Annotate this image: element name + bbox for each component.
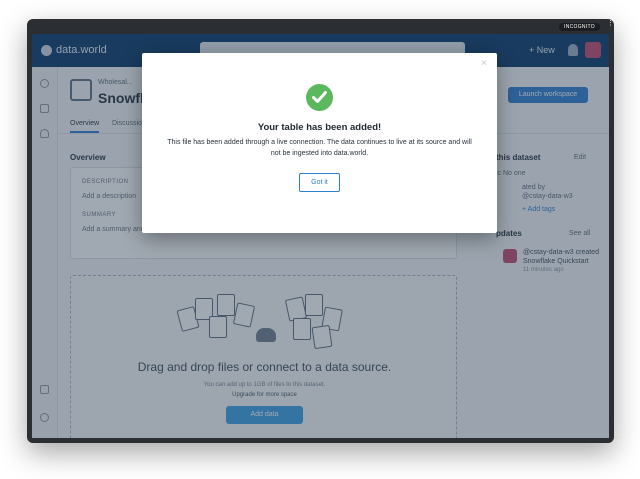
app-viewport: data.world + New Wholesal... Snowfla Lau… [32, 34, 609, 438]
close-icon[interactable]: × [481, 59, 487, 69]
got-it-button[interactable]: Got it [299, 173, 340, 192]
check-icon [306, 84, 333, 111]
success-modal: × Your table has been added! This file h… [142, 53, 497, 233]
modal-body-text: This file has been added through a live … [167, 139, 472, 157]
browser-menu-icon[interactable]: ⋮ [607, 20, 614, 32]
modal-title: Your table has been added! [257, 122, 382, 133]
incognito-badge: INCOGNITO [559, 23, 600, 31]
check-mark-icon [312, 91, 327, 103]
browser-window: INCOGNITO ⋮ data.world + New Wholesal...… [27, 19, 614, 443]
